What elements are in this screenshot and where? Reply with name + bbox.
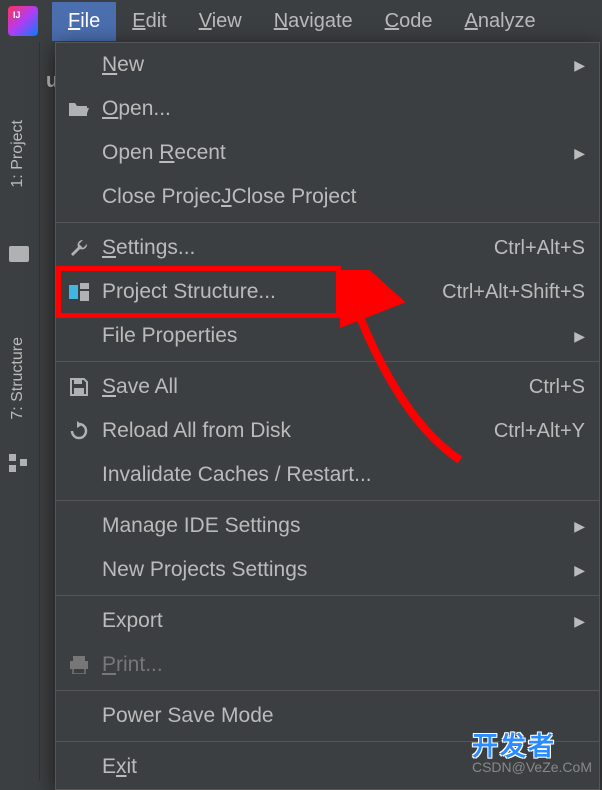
menu-item-label: Close ProjecJClose Project <box>102 185 585 209</box>
menu-item-manage-ide-settings[interactable]: Manage IDE Settings▶ <box>56 504 599 548</box>
menu-item-file-properties[interactable]: File Properties▶ <box>56 314 599 358</box>
menu-item-label: Manage IDE Settings <box>102 514 574 538</box>
submenu-arrow-icon: ▶ <box>574 328 585 345</box>
menu-item-label: Project Structure... <box>102 280 442 304</box>
menu-item-label: Print... <box>102 653 585 677</box>
menu-item-label: Invalidate Caches / Restart... <box>102 463 585 487</box>
folder-icon[interactable] <box>9 246 29 262</box>
menu-item-label: New <box>102 53 574 77</box>
blank-icon <box>66 559 92 581</box>
menu-item-new-projects-settings[interactable]: New Projects Settings▶ <box>56 548 599 592</box>
blank-icon <box>66 610 92 632</box>
blank-icon <box>66 325 92 347</box>
structure-icon[interactable] <box>9 454 27 477</box>
menu-separator <box>56 595 599 596</box>
watermark: 开发者 CSDN@VeZe.CoM <box>472 726 592 775</box>
menu-separator <box>56 500 599 501</box>
submenu-arrow-icon: ▶ <box>574 57 585 74</box>
menu-item-label: Settings... <box>102 236 494 260</box>
menu-item-project-structure[interactable]: Project Structure...Ctrl+Alt+Shift+S <box>56 270 599 314</box>
watermark-text-en: CSDN@VeZe.CoM <box>472 759 592 775</box>
menu-item-export[interactable]: Export▶ <box>56 599 599 643</box>
sidebar-tab-project[interactable]: 1: Project <box>9 120 27 188</box>
blank-icon <box>66 705 92 727</box>
blank-icon <box>66 54 92 76</box>
menu-item-label: File Properties <box>102 324 574 348</box>
menu-item-settings[interactable]: Settings...Ctrl+Alt+S <box>56 226 599 270</box>
menu-item-label: Power Save Mode <box>102 704 585 728</box>
print-icon <box>66 654 92 676</box>
left-sidebar: 1: Project 7: Structure <box>0 42 40 781</box>
menubar: IJ FileEditViewNavigateCodeAnalyze <box>0 0 602 42</box>
folder-open-icon <box>66 98 92 120</box>
app-icon: IJ <box>8 6 38 36</box>
menu-item-invalidate-caches-restart[interactable]: Invalidate Caches / Restart... <box>56 453 599 497</box>
blank-icon <box>66 464 92 486</box>
project-structure-icon <box>66 281 92 303</box>
menu-shortcut: Ctrl+Alt+S <box>494 237 585 260</box>
menu-item-close-project[interactable]: Close ProjecJClose Project <box>56 175 599 219</box>
menu-item-label: Open... <box>102 97 585 121</box>
menu-item-reload-all-from-disk[interactable]: Reload All from DiskCtrl+Alt+Y <box>56 409 599 453</box>
blank-icon <box>66 186 92 208</box>
menu-item-label: Open Recent <box>102 141 574 165</box>
blank-icon <box>66 142 92 164</box>
menu-shortcut: Ctrl+Alt+Shift+S <box>442 281 585 304</box>
menu-code[interactable]: Code <box>369 2 449 41</box>
submenu-arrow-icon: ▶ <box>574 145 585 162</box>
menu-separator <box>56 222 599 223</box>
file-menu-dropdown: New▶Open...Open Recent▶Close ProjecJClos… <box>55 42 600 790</box>
menu-item-save-all[interactable]: Save AllCtrl+S <box>56 365 599 409</box>
menu-item-print: Print... <box>56 643 599 687</box>
menu-item-label: Save All <box>102 375 529 399</box>
menu-shortcut: Ctrl+Alt+Y <box>494 420 585 443</box>
menu-view[interactable]: View <box>183 2 258 41</box>
menu-item-label: Export <box>102 609 574 633</box>
menu-item-label: New Projects Settings <box>102 558 574 582</box>
menu-item-open[interactable]: Open... <box>56 87 599 131</box>
sidebar-tab-structure[interactable]: 7: Structure <box>9 337 27 420</box>
menu-item-new[interactable]: New▶ <box>56 43 599 87</box>
watermark-text-cn: 开发者 <box>472 726 592 763</box>
menu-file[interactable]: File <box>52 2 116 41</box>
menu-separator <box>56 361 599 362</box>
menu-edit[interactable]: Edit <box>116 2 182 41</box>
submenu-arrow-icon: ▶ <box>574 562 585 579</box>
reload-icon <box>66 420 92 442</box>
menu-analyze[interactable]: Analyze <box>448 2 551 41</box>
save-icon <box>66 376 92 398</box>
submenu-arrow-icon: ▶ <box>574 518 585 535</box>
menu-separator <box>56 690 599 691</box>
blank-icon <box>66 756 92 778</box>
wrench-icon <box>66 237 92 259</box>
menu-item-label: Reload All from Disk <box>102 419 494 443</box>
blank-icon <box>66 515 92 537</box>
menu-item-open-recent[interactable]: Open Recent▶ <box>56 131 599 175</box>
menu-navigate[interactable]: Navigate <box>258 2 369 41</box>
submenu-arrow-icon: ▶ <box>574 613 585 630</box>
menu-shortcut: Ctrl+S <box>529 376 585 399</box>
